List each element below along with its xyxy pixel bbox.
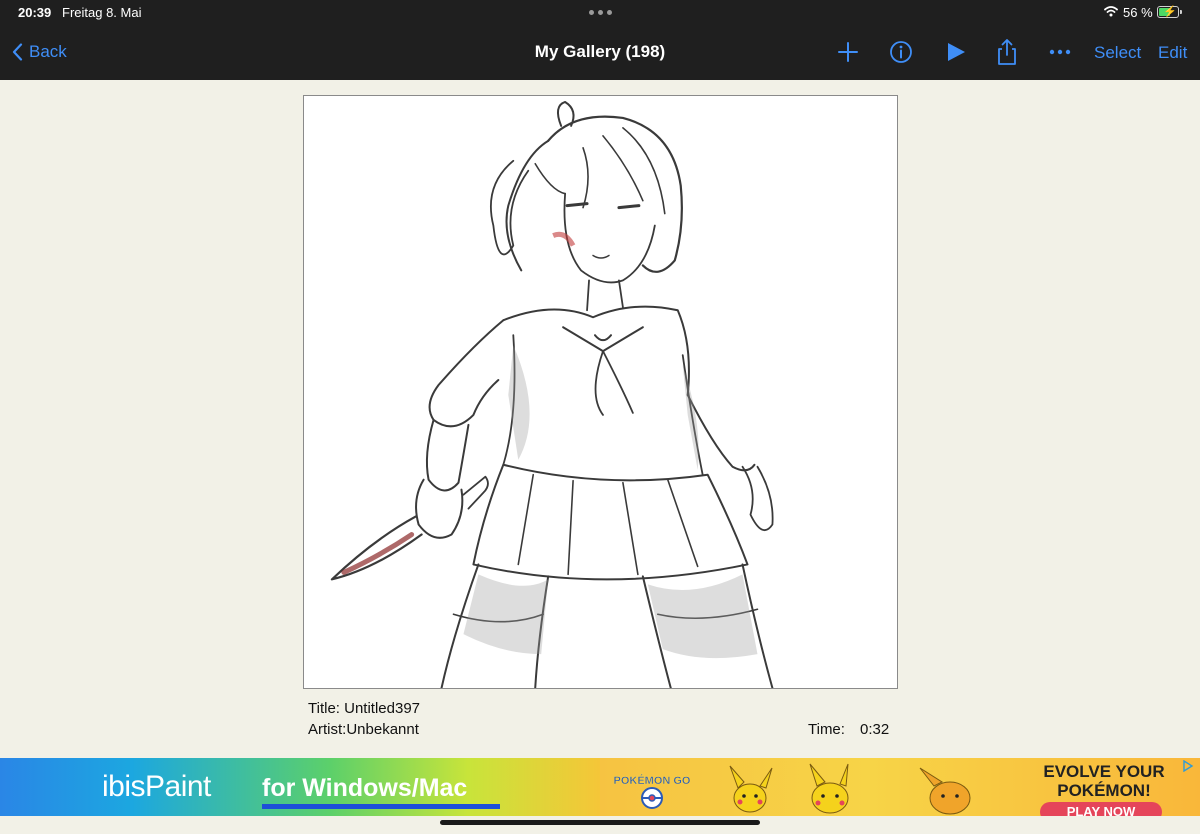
- share-icon[interactable]: [993, 38, 1021, 66]
- wifi-icon: [1104, 6, 1118, 17]
- artwork-time-value: 0:32: [860, 721, 890, 738]
- back-label: Back: [29, 42, 67, 61]
- artwork-title: Title: Untitled397: [308, 700, 421, 717]
- edit-button[interactable]: Edit: [1158, 43, 1187, 63]
- back-button[interactable]: Back: [12, 42, 67, 62]
- select-button[interactable]: Select: [1094, 43, 1141, 63]
- chevron-left-icon: [12, 43, 23, 61]
- home-area: [0, 816, 1200, 834]
- artwork-preview[interactable]: [303, 95, 898, 689]
- artwork-time-label: Time:: [808, 721, 845, 738]
- ad-underline: [262, 804, 500, 809]
- play-icon[interactable]: [942, 38, 970, 66]
- ad-headline: EVOLVE YOUR POKÉMON!: [1043, 762, 1165, 800]
- artwork-sketch: [330, 100, 774, 688]
- plus-icon[interactable]: [834, 38, 862, 66]
- ad-play-now-button[interactable]: PLAY NOW: [1040, 802, 1162, 816]
- svg-text:POKÉMON GO: POKÉMON GO: [613, 774, 690, 787]
- ad-brand: ibisPaint: [102, 770, 211, 803]
- pokemon-go-logo: POKÉMON GO: [613, 774, 691, 809]
- battery-percent: 56 %: [1123, 5, 1153, 20]
- info-icon[interactable]: [887, 38, 915, 66]
- more-icon[interactable]: [1046, 38, 1074, 66]
- multitasking-dots[interactable]: [589, 10, 612, 15]
- artwork-artist: Artist:Unbekannt: [308, 721, 419, 738]
- adchoices-icon[interactable]: [1182, 760, 1194, 772]
- battery-charging-icon: ⚡: [1157, 6, 1182, 18]
- nav-bar: Back My Gallery (198) Select Edit: [0, 24, 1200, 80]
- home-indicator[interactable]: [440, 820, 760, 825]
- status-bar: 20:39 Freitag 8. Mai 56 % ⚡: [0, 0, 1200, 24]
- pikachu-illustration: [729, 763, 971, 815]
- pokemon-go-ad-banner[interactable]: POKÉMON GO EVOLVE YOUR POKÉMON! PLAY NOW: [600, 758, 1200, 816]
- ad-tagline: for Windows/Mac: [262, 774, 468, 802]
- ibispaint-ad-banner[interactable]: ibisPaint for Windows/Mac: [0, 758, 600, 816]
- status-date: Freitag 8. Mai: [62, 5, 142, 20]
- status-time: 20:39: [18, 5, 52, 20]
